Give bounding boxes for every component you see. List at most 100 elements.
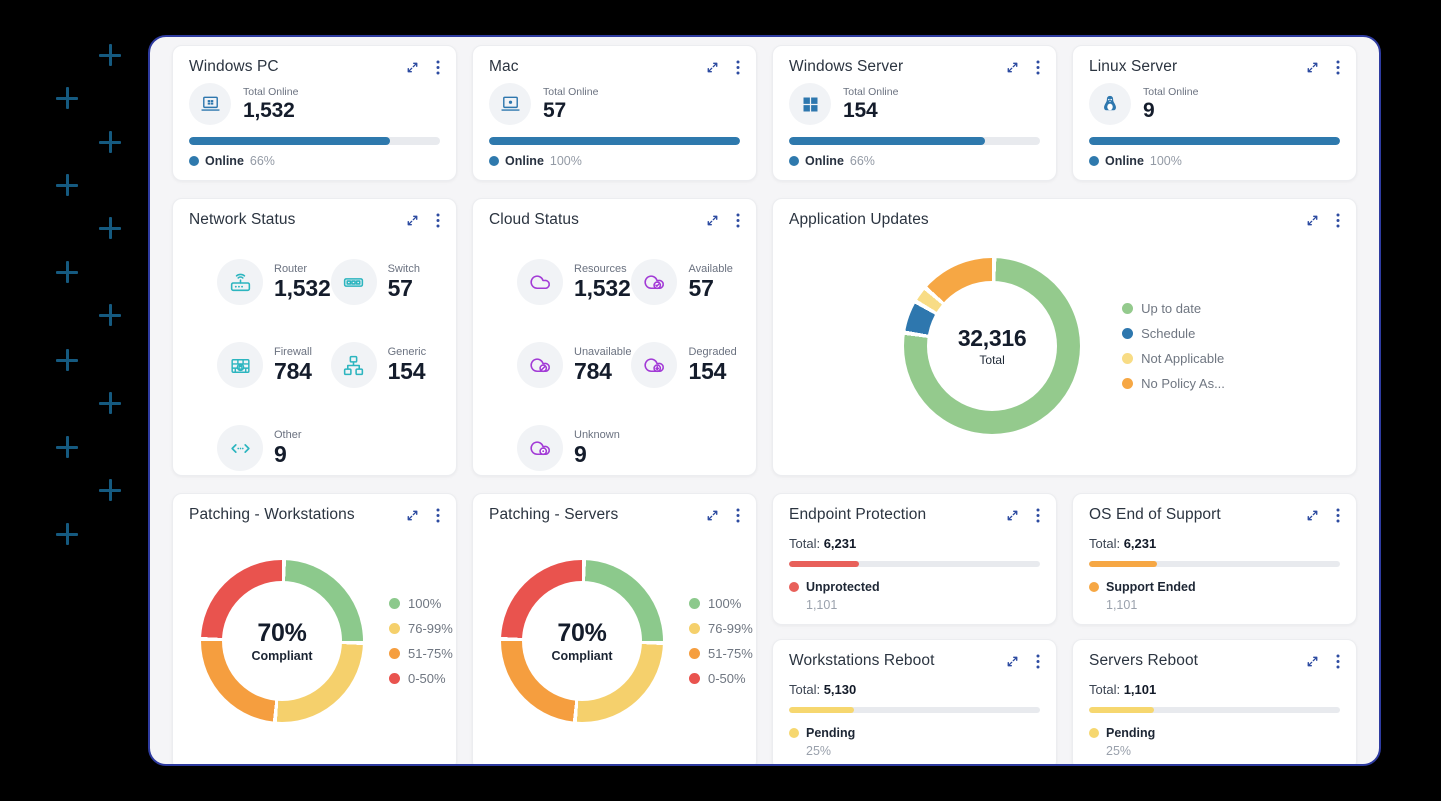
expand-icon[interactable]: [1306, 509, 1319, 522]
metric-label: Total Online: [843, 86, 898, 98]
legend-item: 100%: [689, 596, 753, 611]
status-line: Support Ended: [1089, 580, 1340, 594]
status-label: Pending: [806, 726, 855, 740]
status-dot: [1089, 582, 1099, 592]
status-percentage: 100%: [550, 154, 582, 168]
expand-icon[interactable]: [1006, 61, 1019, 74]
kebab-menu-icon[interactable]: [436, 508, 440, 523]
expand-icon[interactable]: [706, 61, 719, 74]
total-value: 1,101: [1124, 682, 1157, 697]
card-header: Patching - Servers: [489, 506, 740, 524]
application-updates-legend: Up to dateScheduleNot ApplicableNo Polic…: [1122, 301, 1225, 391]
legend-dot: [389, 673, 400, 684]
kebab-menu-icon[interactable]: [1336, 654, 1340, 669]
expand-icon[interactable]: [1306, 214, 1319, 227]
expand-icon[interactable]: [1006, 655, 1019, 668]
kebab-menu-icon[interactable]: [736, 213, 740, 228]
card-workstations-reboot: Workstations Reboot Total: 5,130 Pending…: [772, 639, 1057, 766]
status-progress-track: [789, 561, 1040, 567]
card-patching-workstations: Patching - Workstations 70% Compliant 10…: [172, 493, 457, 766]
cloud-items: Resources 1,532 Available 57: [517, 259, 740, 471]
expand-icon[interactable]: [406, 509, 419, 522]
expand-icon[interactable]: [406, 214, 419, 227]
card-title: Windows Server: [789, 58, 903, 76]
legend-dot: [389, 598, 400, 609]
total-line: Total: 5,130: [789, 682, 1040, 697]
item-label: Degraded: [688, 346, 736, 358]
donut-center: 70% Compliant: [501, 560, 663, 722]
cloud-available-icon: [631, 259, 677, 305]
cloud-degraded-icon: [631, 342, 677, 388]
online-progress-track: [189, 137, 440, 145]
cloud-resources-icon: [517, 259, 563, 305]
kebab-menu-icon[interactable]: [1336, 213, 1340, 228]
legend-label: Schedule: [1141, 326, 1195, 341]
kebab-menu-icon[interactable]: [436, 60, 440, 75]
expand-icon[interactable]: [1306, 61, 1319, 74]
plus-icon: [56, 523, 78, 545]
item-label: Other: [274, 429, 302, 441]
card-title: Workstations Reboot: [789, 652, 935, 670]
status-label: Unprotected: [806, 580, 880, 594]
kebab-menu-icon[interactable]: [1036, 508, 1040, 523]
legend-item: 51-75%: [689, 646, 753, 661]
status-progress-fill: [1089, 707, 1154, 713]
status-dot: [489, 156, 499, 166]
total-label: Total:: [789, 682, 820, 697]
legend-item: Not Applicable: [1122, 351, 1225, 366]
patching-servers-body: 70% Compliant 100%76-99%51-75%0-50%: [489, 524, 740, 758]
plus-icon: [56, 87, 78, 109]
cloud-item-degraded: Degraded 154: [631, 342, 740, 388]
status-progress-track: [789, 707, 1040, 713]
expand-icon[interactable]: [406, 61, 419, 74]
item-value: 57: [688, 275, 732, 302]
legend-item: 76-99%: [689, 621, 753, 636]
expand-icon[interactable]: [706, 509, 719, 522]
card-header: Application Updates: [789, 211, 1340, 229]
card-title: Cloud Status: [489, 211, 579, 229]
legend-label: Not Applicable: [1141, 351, 1224, 366]
total-label: Total:: [789, 536, 820, 551]
kebab-menu-icon[interactable]: [736, 60, 740, 75]
kebab-menu-icon[interactable]: [736, 508, 740, 523]
expand-icon[interactable]: [706, 214, 719, 227]
status-dot: [1089, 728, 1099, 738]
card-title: Linux Server: [1089, 58, 1177, 76]
kebab-menu-icon[interactable]: [1036, 654, 1040, 669]
card-endpoint-protection: Endpoint Protection Total: 6,231 Unprote…: [772, 493, 1057, 625]
kebab-menu-icon[interactable]: [436, 213, 440, 228]
card-header: Endpoint Protection: [789, 506, 1040, 524]
status-value: 1,101: [806, 598, 1040, 612]
card-header: Workstations Reboot: [789, 652, 1040, 670]
status-label: Pending: [1106, 726, 1155, 740]
online-status: Online 100%: [489, 154, 740, 168]
legend-label: 51-75%: [408, 646, 453, 661]
legend-dot: [689, 598, 700, 609]
donut-center: 32,316 Total: [904, 258, 1080, 434]
item-label: Firewall: [274, 346, 312, 358]
legend-dot: [1122, 378, 1133, 389]
online-progress-track: [1089, 137, 1340, 145]
kebab-menu-icon[interactable]: [1336, 60, 1340, 75]
patching-workstations-donut: 70% Compliant: [201, 560, 363, 722]
metric-label: Total Online: [1143, 86, 1198, 98]
item-value: 9: [574, 441, 620, 468]
status-progress-fill: [789, 707, 854, 713]
expand-icon[interactable]: [1306, 655, 1319, 668]
linux-penguin-icon: [1089, 83, 1131, 125]
total-line: Total: 6,231: [1089, 536, 1340, 551]
kebab-menu-icon[interactable]: [1336, 508, 1340, 523]
legend-label: 100%: [708, 596, 741, 611]
expand-icon[interactable]: [1006, 509, 1019, 522]
legend-label: 76-99%: [708, 621, 753, 636]
status-dot: [789, 156, 799, 166]
kebab-menu-icon[interactable]: [1036, 60, 1040, 75]
status-dot: [189, 156, 199, 166]
online-progress-fill: [1089, 137, 1340, 145]
plus-icon: [99, 217, 121, 239]
donut-percent-label: Compliant: [551, 649, 612, 663]
card-header: OS End of Support: [1089, 506, 1340, 524]
status-value: 1,101: [1106, 598, 1340, 612]
card-title: Endpoint Protection: [789, 506, 926, 524]
metric-value: 1,532: [243, 99, 298, 123]
